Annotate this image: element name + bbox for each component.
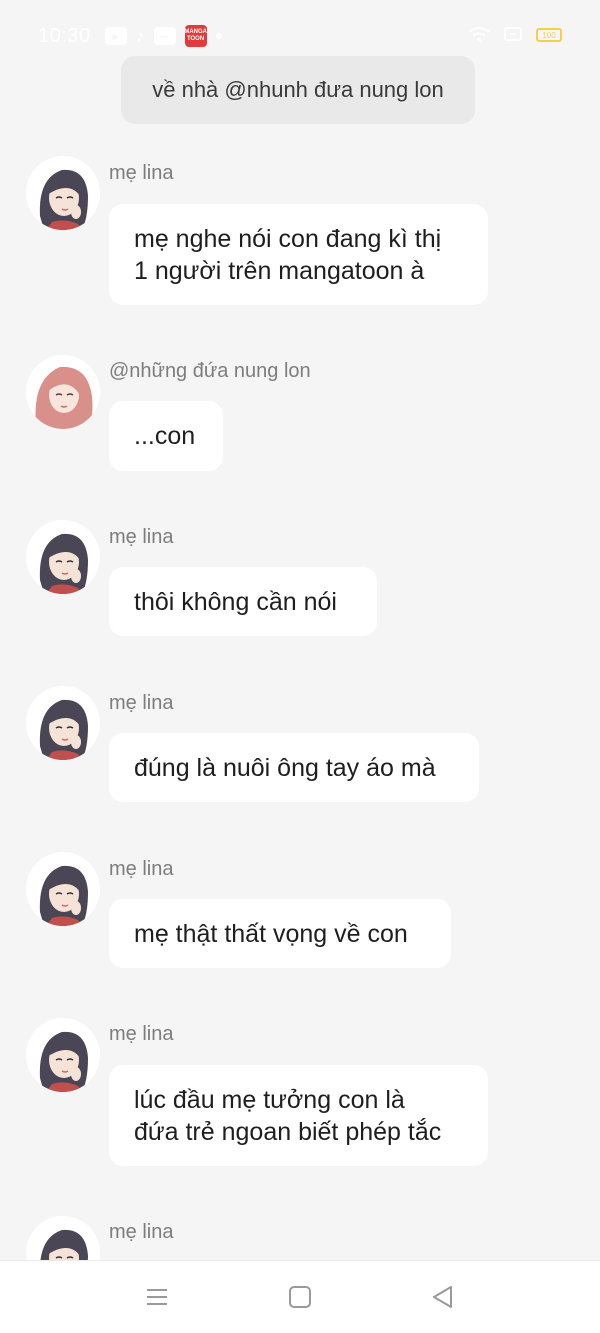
mother-avatar[interactable] bbox=[26, 1018, 100, 1092]
message-text: mẹ thật thất vọng về con bbox=[134, 919, 408, 948]
status-time: 10:30 bbox=[38, 24, 91, 47]
message-bubble[interactable]: lúc đầu mẹ tưởng con là đứa trẻ ngoan bi… bbox=[109, 1065, 488, 1166]
more-notifications-dot-icon bbox=[215, 33, 222, 39]
avatar-illustration bbox=[26, 156, 100, 230]
mangatoon-app-icon: MANGA TOON bbox=[184, 25, 207, 47]
message-text: ...con bbox=[134, 422, 196, 450]
sender-name: mẹ lina bbox=[109, 1023, 174, 1045]
mother-avatar[interactable] bbox=[26, 156, 100, 230]
avatar-illustration bbox=[26, 520, 100, 594]
battery-icon: 100 bbox=[536, 28, 562, 42]
sender-name: mẹ lina bbox=[109, 526, 174, 548]
avatar-illustration bbox=[26, 1018, 100, 1092]
system-message: về nhà @nhunh đưa nung lon bbox=[121, 56, 475, 124]
menu-icon[interactable] bbox=[143, 1283, 171, 1311]
wifi-icon bbox=[468, 27, 490, 42]
message-text: mẹ nghe nói con đang kì thị 1 người trên… bbox=[134, 224, 442, 285]
message-bubble[interactable]: thôi không cần nói bbox=[109, 567, 377, 636]
message-text: lúc đầu mẹ tưởng con là đứa trẻ ngoan bi… bbox=[134, 1085, 442, 1146]
sender-name: mẹ lina bbox=[109, 692, 174, 714]
message-bubble[interactable]: mẹ nghe nói con đang kì thị 1 người trên… bbox=[109, 204, 488, 305]
girl-avatar[interactable] bbox=[26, 355, 100, 429]
tiktok-icon: ♪ bbox=[135, 25, 145, 46]
avatar-illustration bbox=[26, 686, 100, 760]
sender-name: mẹ lina bbox=[109, 1221, 174, 1243]
message-bubble[interactable]: đúng là nuôi ông tay áo mà bbox=[109, 733, 479, 802]
sender-name: @những đứa nung lon bbox=[109, 360, 311, 382]
message-bubble[interactable]: ...con bbox=[109, 401, 223, 471]
home-square-icon[interactable] bbox=[286, 1283, 314, 1311]
mother-avatar[interactable] bbox=[26, 686, 100, 760]
back-triangle-icon[interactable] bbox=[429, 1283, 457, 1311]
sender-name: mẹ lina bbox=[109, 858, 174, 880]
mother-avatar[interactable] bbox=[26, 852, 100, 926]
cast-icon bbox=[504, 27, 522, 41]
sender-name: mẹ lina bbox=[109, 162, 174, 184]
mother-avatar[interactable] bbox=[26, 520, 100, 594]
navigation-bar bbox=[0, 1260, 600, 1333]
avatar-illustration bbox=[26, 852, 100, 926]
message-text: thôi không cần nói bbox=[134, 587, 337, 616]
video-app-icon: ▶ bbox=[104, 27, 127, 45]
message-text: đúng là nuôi ông tay áo mà bbox=[134, 753, 436, 782]
notification-icons: ▶ ♪ ••• MANGA TOON bbox=[104, 25, 222, 47]
status-right: 100 bbox=[468, 26, 562, 44]
message-bubble[interactable]: mẹ thật thất vọng về con bbox=[109, 899, 451, 968]
avatar-illustration bbox=[26, 355, 100, 429]
messenger-app-icon: ••• bbox=[153, 27, 176, 45]
